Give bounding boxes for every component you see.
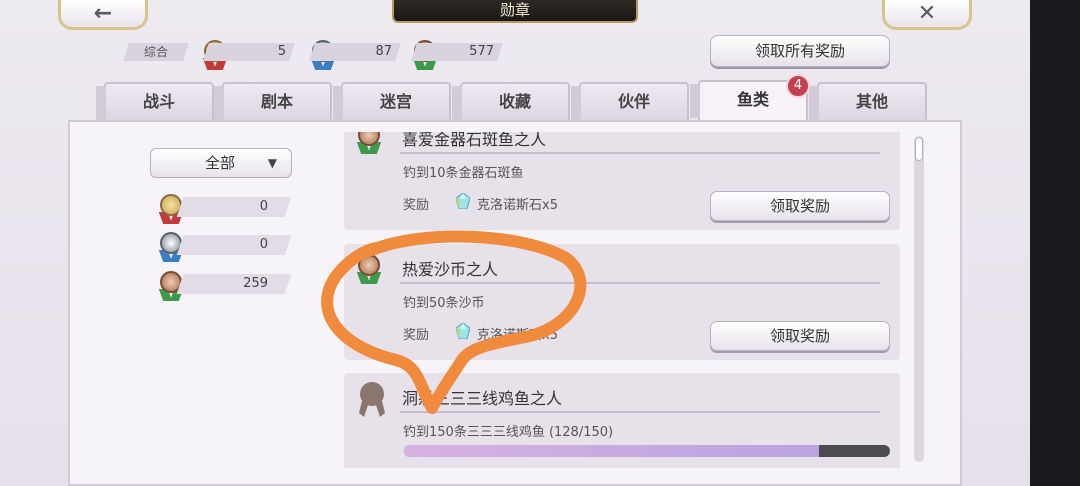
progress-bar (404, 445, 890, 457)
back-arrow-icon: ← (93, 1, 113, 26)
medal-description: 钓到50条沙币 (403, 296, 485, 311)
reward-value: 克洛诺斯石x5 (477, 198, 558, 213)
reward-value: 克洛诺斯石x5 (477, 328, 558, 343)
summary-label: 综合 (123, 43, 189, 61)
medal-title: 喜爱金器石斑鱼之人 (402, 132, 547, 149)
divider (400, 411, 880, 413)
tab-other[interactable]: 其他 (809, 82, 927, 120)
claim-all-rewards-button[interactable]: 领取所有奖励 (710, 35, 890, 67)
divider (400, 152, 880, 154)
medal-list[interactable]: 喜爱金器石斑鱼之人 钓到10条金器石斑鱼 奖励 克洛诺斯石x5 领取奖励 热爱沙… (344, 132, 902, 468)
locked-medal-icon (359, 382, 385, 417)
reward-label: 奖励 (403, 198, 430, 213)
medal-description: 钓到150条三三三线鸡鱼 (128/150) (403, 425, 614, 440)
back-button[interactable]: ← (58, 0, 148, 30)
summary-gold-count: 5 (203, 43, 295, 61)
bronze-count: 259 (176, 274, 292, 294)
tab-script[interactable]: 剧本 (214, 82, 332, 120)
chronos-stone-icon (456, 323, 470, 339)
filter-selected-value: 全部 (205, 154, 236, 172)
medal-title: 热爱沙币之人 (402, 260, 499, 279)
fish-tab-badge: 4 (786, 74, 810, 98)
tab-partner[interactable]: 伙伴 (571, 82, 689, 120)
silver-count: 0 (176, 235, 292, 255)
medal-title: 洞悉三三三线鸡鱼之人 (402, 389, 563, 408)
gold-count: 0 (176, 197, 292, 217)
claim-reward-button[interactable]: 领取奖励 (710, 321, 890, 351)
summary-silver-count: 87 (309, 43, 401, 61)
page-title: 勋章 (392, 0, 638, 23)
close-button[interactable]: ✕ (882, 0, 972, 30)
bronze-medal-icon (356, 254, 382, 284)
scrollbar-thumb[interactable] (915, 137, 923, 161)
list-item: 热爱沙币之人 钓到50条沙币 奖励 克洛诺斯石x5 领取奖励 (344, 244, 900, 360)
chronos-stone-icon (456, 193, 470, 209)
chevron-down-icon: ▼ (267, 156, 277, 170)
tab-battle[interactable]: 战斗 (96, 82, 214, 120)
divider (400, 282, 880, 284)
claim-reward-button[interactable]: 领取奖励 (710, 191, 890, 221)
list-item: 喜爱金器石斑鱼之人 钓到10条金器石斑鱼 奖励 克洛诺斯石x5 领取奖励 (344, 132, 900, 230)
summary-bronze-count: 577 (411, 43, 503, 61)
tab-collection[interactable]: 收藏 (452, 82, 570, 120)
bronze-medal-icon (356, 132, 382, 154)
tab-labyrinth[interactable]: 迷宫 (333, 82, 451, 120)
list-item: 洞悉三三三线鸡鱼之人 钓到150条三三三线鸡鱼 (128/150) (344, 373, 900, 468)
medal-filter-dropdown[interactable]: 全部 ▼ (150, 148, 292, 178)
progress-fill (404, 445, 819, 457)
screen-edge (1030, 0, 1080, 486)
medal-description: 钓到10条金器石斑鱼 (403, 166, 524, 181)
scrollbar-track[interactable] (914, 136, 924, 462)
close-icon: ✕ (917, 1, 937, 26)
reward-label: 奖励 (403, 328, 430, 343)
